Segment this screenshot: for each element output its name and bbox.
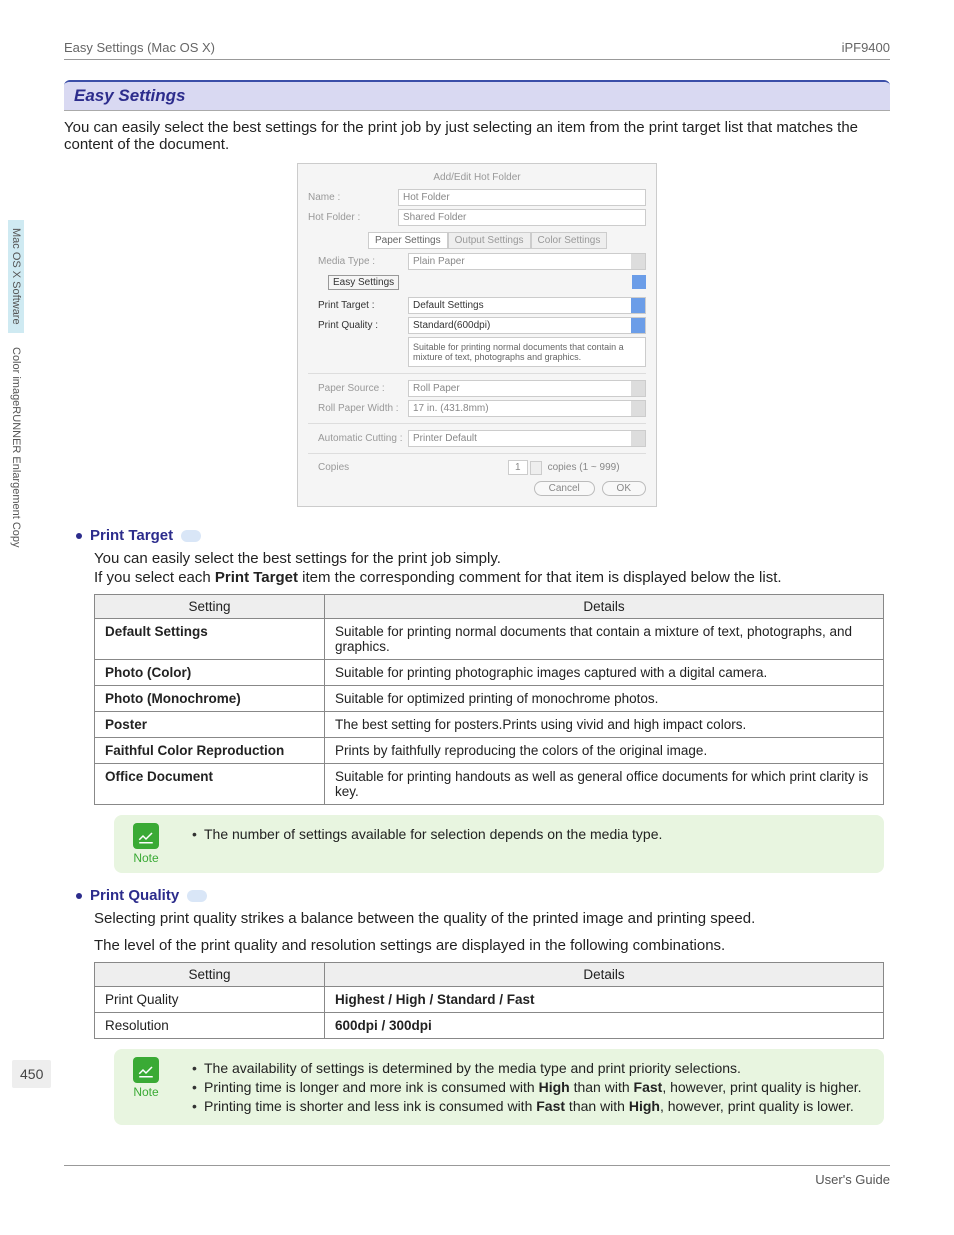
table-row: Resolution600dpi / 300dpi [95, 1013, 884, 1039]
copies-label: Copies [318, 462, 408, 473]
table-row: Photo (Color)Suitable for printing photo… [95, 660, 884, 686]
hotfolder-label: Hot Folder : [308, 212, 398, 223]
note-label: Note [126, 1085, 166, 1099]
printtarget-select[interactable]: Default Settings [408, 297, 646, 314]
print-target-heading: Print Target [76, 527, 890, 544]
mediatype-label: Media Type : [318, 256, 408, 267]
table-row: Photo (Monochrome)Suitable for optimized… [95, 686, 884, 712]
note-text: Printing time is shorter and less ink is… [192, 1098, 862, 1114]
note-label: Note [126, 851, 166, 865]
side-tab-enlargement[interactable]: Color imageRUNNER Enlargement Copy [8, 339, 24, 556]
heading-decoration [187, 890, 207, 902]
table-row: Office DocumentSuitable for printing han… [95, 764, 884, 805]
easy-settings-toggle[interactable]: Easy Settings [328, 275, 399, 290]
footer: User's Guide [64, 1165, 890, 1187]
note-text: Printing time is longer and more ink is … [192, 1079, 862, 1095]
note-text: The number of settings available for sel… [192, 826, 662, 842]
print-quality-heading-text: Print Quality [90, 887, 179, 904]
rollwidth-select[interactable]: 17 in. (431.8mm) [408, 400, 646, 417]
dialog-screenshot: Add/Edit Hot Folder Name : Hot Folder Ho… [297, 163, 657, 507]
th-details: Details [325, 963, 884, 987]
header-left: Easy Settings (Mac OS X) [64, 40, 215, 55]
side-tab-software[interactable]: Mac OS X Software [8, 220, 24, 333]
print-target-p1: You can easily select the best settings … [94, 550, 890, 567]
intro-paragraph: You can easily select the best settings … [64, 119, 890, 153]
name-field[interactable]: Hot Folder [398, 189, 646, 206]
cancel-button[interactable]: Cancel [534, 481, 595, 496]
papersource-select[interactable]: Roll Paper [408, 380, 646, 397]
th-details: Details [325, 595, 884, 619]
print-quality-table: Setting Details Print QualityHighest / H… [94, 962, 884, 1039]
rollwidth-label: Roll Paper Width : [318, 403, 408, 414]
main-heading-container: Easy Settings [64, 80, 890, 111]
copies-value[interactable]: 1 [508, 460, 528, 475]
note-box-1: Note The number of settings available fo… [114, 815, 884, 873]
copies-stepper[interactable] [530, 461, 542, 475]
mediatype-select[interactable]: Plain Paper [408, 253, 646, 270]
name-label: Name : [308, 192, 398, 203]
heading-decoration [181, 530, 201, 542]
autocut-label: Automatic Cutting : [318, 433, 408, 444]
printquality-label: Print Quality : [318, 320, 408, 331]
print-quality-p2: The level of the print quality and resol… [94, 937, 890, 954]
papersource-label: Paper Source : [318, 383, 408, 394]
table-row: Print QualityHighest / High / Standard /… [95, 987, 884, 1013]
printtarget-label: Print Target : [318, 300, 408, 311]
dialog-tabs: Paper Settings Output Settings Color Set… [368, 232, 646, 249]
note-icon [133, 823, 159, 849]
page-header: Easy Settings (Mac OS X) iPF9400 [64, 40, 890, 60]
note-text: The availability of settings is determin… [192, 1060, 862, 1076]
hotfolder-field[interactable]: Shared Folder [398, 209, 646, 226]
th-setting: Setting [95, 595, 325, 619]
ok-button[interactable]: OK [602, 481, 646, 496]
page-number: 450 [12, 1060, 51, 1088]
note-box-2: Note The availability of settings is det… [114, 1049, 884, 1125]
tab-color-settings[interactable]: Color Settings [531, 232, 608, 249]
print-target-table: Setting Details Default SettingsSuitable… [94, 594, 884, 805]
tab-paper-settings[interactable]: Paper Settings [368, 232, 448, 249]
quality-description: Suitable for printing normal documents t… [408, 337, 646, 367]
side-navigation: Mac OS X Software Color imageRUNNER Enla… [8, 220, 30, 561]
print-target-heading-text: Print Target [90, 527, 173, 544]
print-target-p2: If you select each Print Target item the… [94, 569, 890, 586]
header-right: iPF9400 [842, 40, 890, 55]
table-row: Default SettingsSuitable for printing no… [95, 619, 884, 660]
copies-range: copies (1 ~ 999) [548, 462, 620, 473]
bullet-icon [76, 533, 82, 539]
main-heading: Easy Settings [64, 82, 890, 111]
printquality-select[interactable]: Standard(600dpi) [408, 317, 646, 334]
tab-output-settings[interactable]: Output Settings [448, 232, 531, 249]
bullet-icon [76, 893, 82, 899]
dialog-title: Add/Edit Hot Folder [308, 172, 646, 183]
table-row: PosterThe best setting for posters.Print… [95, 712, 884, 738]
print-quality-p1: Selecting print quality strikes a balanc… [94, 910, 890, 927]
print-quality-heading: Print Quality [76, 887, 890, 904]
th-setting: Setting [95, 963, 325, 987]
autocut-select[interactable]: Printer Default [408, 430, 646, 447]
note-icon [133, 1057, 159, 1083]
table-row: Faithful Color ReproductionPrints by fai… [95, 738, 884, 764]
